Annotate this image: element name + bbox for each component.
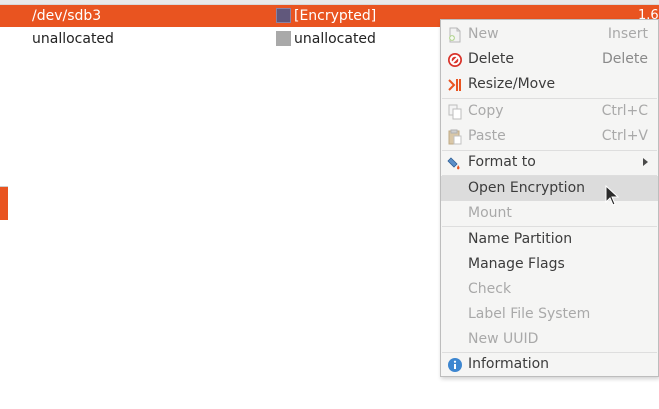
menu-item-paste[interactable]: Paste Ctrl+V (441, 124, 658, 149)
menu-item-label: Information (468, 356, 550, 372)
menu-item-label: Open Encryption (468, 180, 586, 196)
menu-item-information[interactable]: Information (441, 352, 658, 377)
menu-item-label: New (468, 26, 499, 42)
menu-item-label: Name Partition (468, 231, 573, 247)
menu-item-format-to[interactable]: Format to (441, 150, 658, 175)
menu-item-label-file-system[interactable]: Label File System (441, 302, 658, 327)
menu-item-check[interactable]: Check (441, 277, 658, 302)
filesystem-label: [Encrypted] (294, 8, 377, 24)
menu-item-name-partition[interactable]: Name Partition (441, 227, 658, 252)
filesystem-color-swatch (276, 31, 291, 46)
copy-icon (448, 104, 462, 120)
submenu-arrow-icon (643, 158, 648, 166)
format-icon (447, 157, 460, 170)
menu-item-copy[interactable]: Copy Ctrl+C (441, 99, 658, 124)
filesystem-color-swatch (276, 8, 291, 23)
menu-item-label: Copy (468, 103, 504, 119)
filesystem-cell: [Encrypted] (276, 5, 376, 27)
gparted-window: /dev/sdb3 [Encrypted] 1.6 unallocated un… (0, 0, 659, 409)
menu-item-new-uuid[interactable]: New UUID (441, 327, 658, 352)
menu-item-accelerator: Ctrl+V (601, 128, 648, 144)
filesystem-cell: unallocated (276, 28, 376, 50)
partition-graph-edge (0, 187, 8, 220)
menu-item-open-encryption[interactable]: Open Encryption (441, 176, 658, 201)
menu-item-label: Manage Flags (468, 256, 565, 272)
menu-item-accelerator: Ctrl+C (601, 103, 648, 119)
partition-name: /dev/sdb3 (32, 8, 102, 24)
menu-item-label: New UUID (468, 331, 539, 347)
menu-item-accelerator: Delete (602, 51, 648, 67)
context-menu: New Insert Delete Delete Resize/Move Cop… (440, 19, 659, 377)
menu-item-delete[interactable]: Delete Delete (441, 47, 658, 72)
menu-item-mount[interactable]: Mount (441, 201, 658, 226)
menu-item-label: Paste (468, 128, 506, 144)
delete-icon (448, 53, 462, 67)
information-icon (448, 358, 462, 372)
menu-item-resize-move[interactable]: Resize/Move (441, 72, 658, 97)
paste-icon (448, 129, 462, 145)
menu-item-manage-flags[interactable]: Manage Flags (441, 252, 658, 277)
partition-name: unallocated (32, 31, 114, 47)
mouse-pointer-icon (605, 185, 619, 206)
menu-item-label: Check (468, 281, 512, 297)
menu-item-accelerator: Insert (607, 26, 648, 42)
menu-item-label: Delete (468, 51, 514, 67)
menu-item-new[interactable]: New Insert (441, 22, 658, 47)
filesystem-label: unallocated (294, 31, 376, 47)
resize-icon (448, 79, 461, 91)
menu-item-label: Mount (468, 205, 512, 221)
menu-item-label: Resize/Move (468, 76, 556, 92)
new-icon (449, 27, 461, 43)
menu-item-label: Label File System (468, 306, 591, 322)
menu-item-label: Format to (468, 154, 536, 170)
